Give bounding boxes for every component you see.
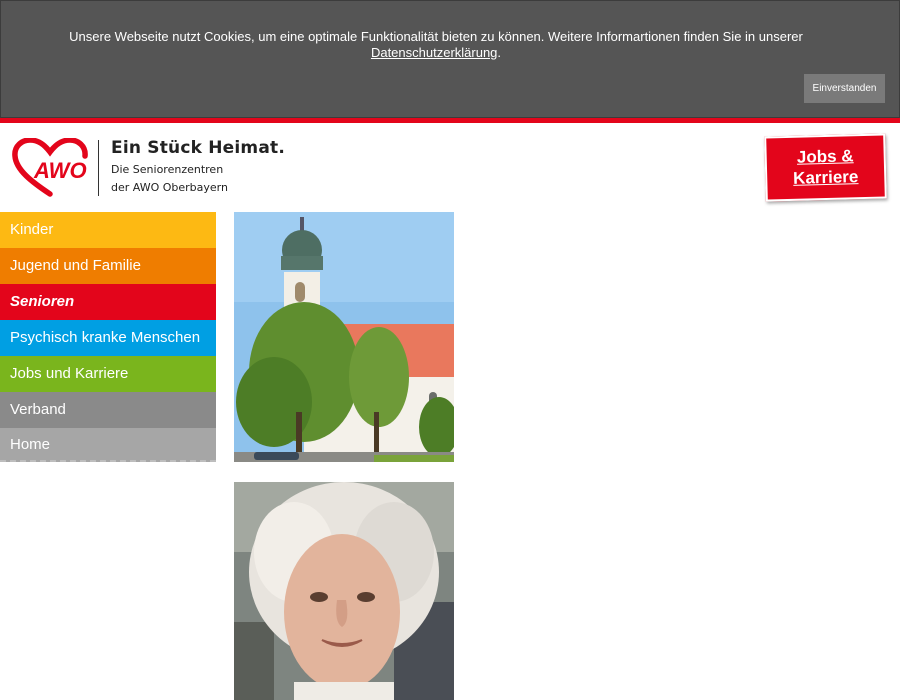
logo-divider <box>98 140 99 196</box>
jobs-button-line2: Karriere <box>792 167 859 188</box>
tagline: Ein Stück Heimat. Die Seniorenzentren de… <box>111 138 285 196</box>
awo-logo[interactable]: AWO <box>12 137 92 198</box>
nav-item-jobs-und-karriere[interactable]: Jobs und Karriere <box>0 356 216 392</box>
cookie-banner: Unsere Webseite nutzt Cookies, um eine o… <box>0 0 900 118</box>
jobs-karriere-button[interactable]: Jobs & Karriere <box>764 133 887 202</box>
nav-item-jugend-und-familie[interactable]: Jugend und Familie <box>0 248 216 284</box>
nav-item-psychisch-kranke-menschen[interactable]: Psychisch kranke Menschen <box>0 320 216 356</box>
nav-item-home[interactable]: Home <box>0 428 216 462</box>
church-photo <box>234 212 454 462</box>
cookie-accept-button[interactable]: Einverstanden <box>804 74 885 103</box>
privacy-policy-link[interactable]: Datenschutzerklärung <box>371 45 497 60</box>
cookie-message-text: Unsere Webseite nutzt Cookies, um eine o… <box>69 29 803 44</box>
logo-text: AWO <box>33 158 87 183</box>
header-red-line <box>0 118 900 123</box>
tagline-line2: der AWO Oberbayern <box>111 181 228 194</box>
cookie-message: Unsere Webseite nutzt Cookies, um eine o… <box>1 29 871 61</box>
awo-heart-icon: AWO <box>12 137 88 197</box>
nav-item-verband[interactable]: Verband <box>0 392 216 428</box>
tagline-title: Ein Stück Heimat. <box>111 138 285 158</box>
nav-item-senioren[interactable]: Senioren <box>0 284 216 320</box>
cookie-link-suffix: . <box>497 45 502 60</box>
main-navigation: Kinder Jugend und Familie Senioren Psych… <box>0 212 216 462</box>
nav-item-kinder[interactable]: Kinder <box>0 212 216 248</box>
senior-woman-photo <box>234 482 454 700</box>
tagline-line1: Die Seniorenzentren <box>111 163 224 176</box>
